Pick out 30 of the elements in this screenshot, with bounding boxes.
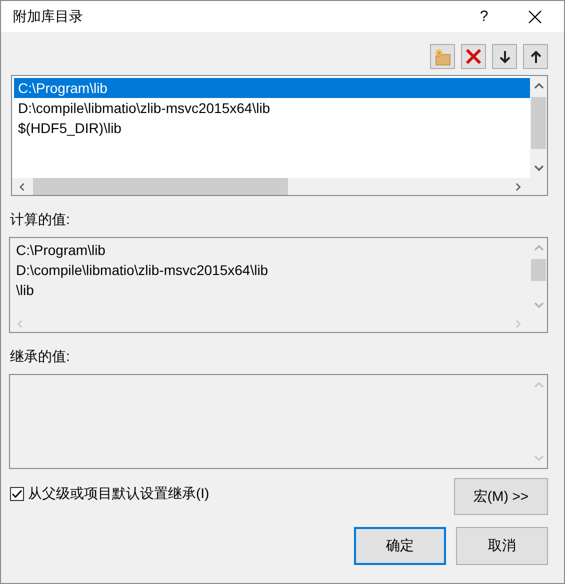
horizontal-scrollbar[interactable] [12,178,530,195]
ok-button[interactable]: 确定 [354,527,446,565]
arrow-up-icon [530,50,542,64]
checkbox[interactable] [10,487,24,501]
help-button[interactable]: ? [464,8,504,25]
scrollbar-thumb[interactable] [531,97,546,149]
window-title: 附加库目录 [13,8,84,26]
computed-value: D:\compile\libmatio\zlib-msvc2015x64\lib [15,261,270,280]
inherited-label: 继承的值: [10,348,71,366]
move-up-button[interactable] [523,44,548,69]
delete-icon [465,48,482,65]
directory-list[interactable]: C:\Program\lib D:\compile\libmatio\zlib-msvc2015x64\lib $(HDF5_DIR)\lib [11,75,548,196]
computed-value: C:\Program\lib [15,241,106,260]
scrollbar-thumb[interactable] [33,178,288,195]
directory-item[interactable]: C:\Program\lib [14,78,530,98]
directory-item[interactable]: $(HDF5_DIR)\lib [14,118,530,138]
folder-icon [433,48,452,66]
computed-value: \lib [15,281,35,300]
move-down-button[interactable] [492,44,517,69]
arrow-down-icon [498,50,510,64]
close-icon[interactable] [528,10,542,24]
new-folder-button[interactable] [430,44,455,69]
directory-item[interactable]: D:\compile\libmatio\zlib-msvc2015x64\lib [14,98,530,118]
delete-button[interactable] [461,44,486,69]
scrollbar-thumb[interactable] [531,259,546,281]
cancel-button[interactable]: 取消 [456,527,548,565]
computed-label: 计算的值: [10,211,71,229]
vertical-scrollbar[interactable] [530,76,547,178]
checkbox-label[interactable]: 从父级或项目默认设置继承(I) [28,485,210,503]
macro-button[interactable]: 宏(M) >> [454,478,548,515]
